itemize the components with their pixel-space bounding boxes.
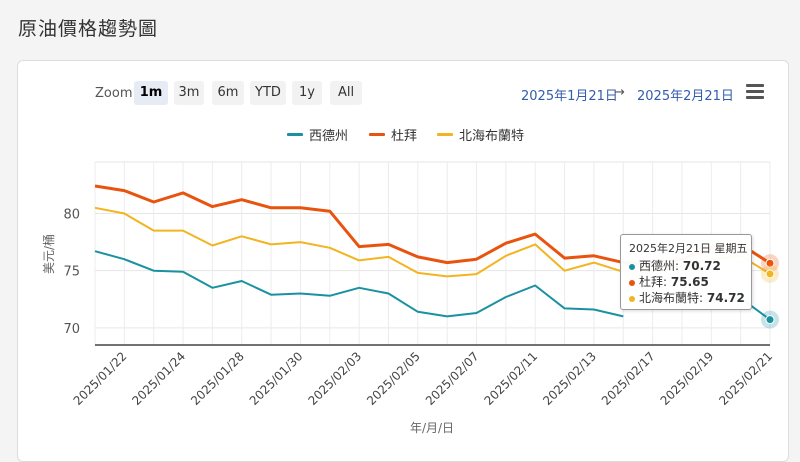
- tooltip-row-dubai: 杜拜: 75.65: [629, 273, 709, 290]
- y-axis-title: 美元/桶: [41, 234, 56, 274]
- tooltip-row-wti: 西德州: 70.72: [629, 257, 721, 274]
- hover-point-北海布蘭特: [765, 269, 775, 279]
- x-tick-label: 2025/02/11: [482, 349, 541, 408]
- y-tick-label: 70: [63, 322, 80, 337]
- x-tick-label: 2025/01/24: [129, 349, 188, 408]
- tooltip-header: 2025年2月21日 星期五: [629, 242, 748, 255]
- x-tick-label: 2025/02/17: [599, 349, 658, 408]
- x-tick-label: 2025/02/19: [658, 349, 717, 408]
- x-tick-label: 2025/02/21: [716, 349, 775, 408]
- x-tick-label: 2025/02/05: [364, 349, 423, 408]
- x-axis-title: 年/月/日: [410, 421, 454, 435]
- chart-svg: 707580美元/桶年/月/日2025/01/22 2025/01/24 2025/…: [41, 161, 779, 435]
- hover-point-西德州: [765, 315, 775, 325]
- y-tick-label: 80: [63, 207, 80, 222]
- chart-tooltip: 2025年2月21日 星期五 西德州: 70.72 杜拜: 75.65 北海布蘭…: [620, 234, 752, 310]
- tooltip-row-brent: 北海布蘭特: 74.72: [629, 289, 745, 306]
- y-tick-label: 75: [63, 265, 80, 280]
- x-tick-label: 2025/02/03: [305, 349, 364, 408]
- x-tick-label: 2025/02/07: [423, 349, 482, 408]
- x-tick-label: 2025/01/22: [71, 349, 130, 408]
- x-tick-label: 2025/01/28: [188, 349, 247, 408]
- x-tick-label: 2025/01/30: [247, 349, 306, 408]
- x-tick-label: 2025/02/13: [540, 349, 599, 408]
